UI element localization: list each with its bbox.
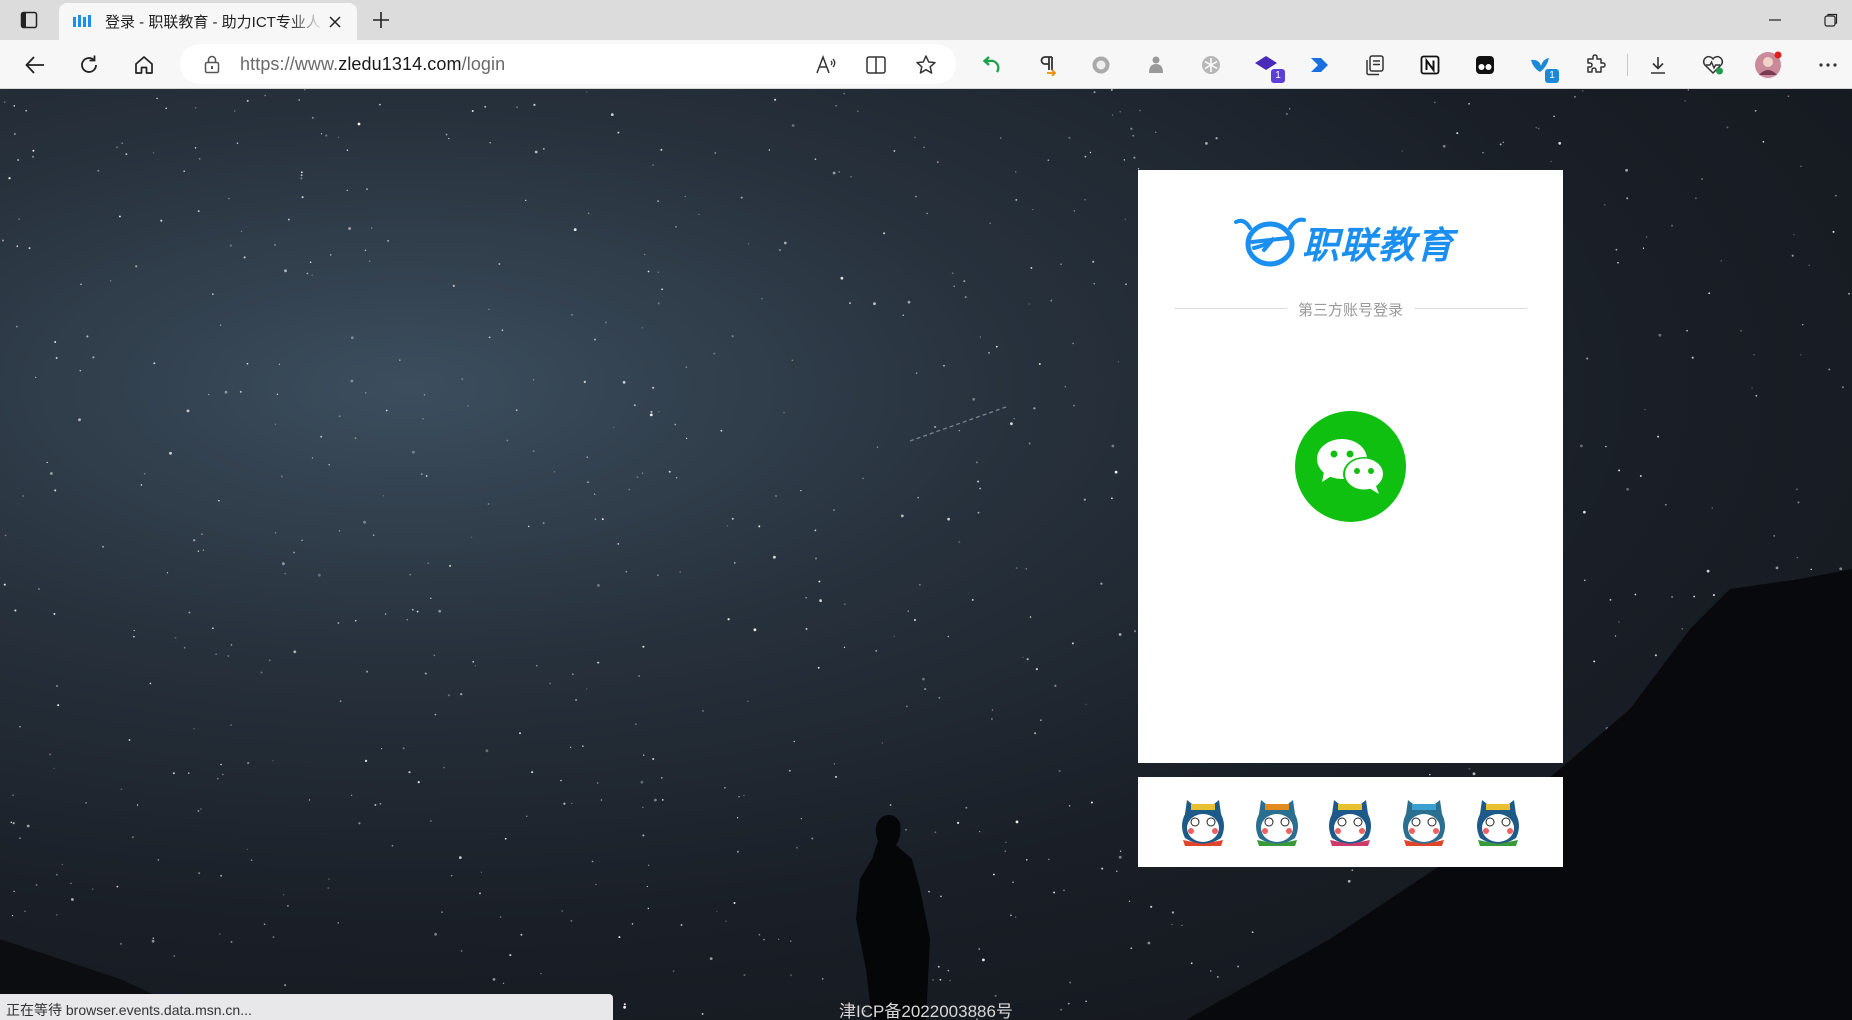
zledu-logo-icon — [1234, 217, 1306, 267]
brand-logo: 职联教育 — [1234, 216, 1466, 268]
notion-ext-icon[interactable] — [1415, 50, 1445, 80]
cartoon-cat-avatar[interactable] — [1472, 796, 1524, 848]
more-options-icon[interactable] — [1813, 50, 1843, 80]
extensions-icon[interactable] — [1580, 50, 1610, 80]
pilcrow-ext-icon[interactable] — [1032, 50, 1062, 80]
favorite-star-icon[interactable] — [912, 51, 940, 79]
browser-tab[interactable]: 登录 - 职联教育 - 助力ICT专业人才 — [59, 3, 357, 40]
grad-cap-ext-icon[interactable]: 1 — [1251, 50, 1285, 83]
third-party-login-label: 第三方账号登录 — [1297, 302, 1403, 319]
back-icon[interactable] — [18, 48, 52, 82]
power-automate-ext-icon[interactable] — [1305, 50, 1335, 80]
browser-essentials-icon[interactable] — [1698, 50, 1728, 80]
third-party-divider: 第三方账号登录 — [1174, 298, 1527, 319]
refresh-icon[interactable] — [72, 48, 106, 82]
brand-name: 职联教育 — [1302, 224, 1454, 267]
read-aloud-icon[interactable] — [812, 51, 840, 79]
cartoon-cat-avatar[interactable] — [1177, 796, 1229, 848]
bird-ext-icon[interactable]: 1 — [1525, 50, 1559, 83]
address-url[interactable]: https://www.zledu1314.com/login — [240, 54, 505, 75]
puzzle-gray-ext-icon[interactable] — [1141, 50, 1171, 80]
home-icon[interactable] — [127, 48, 161, 82]
lock-icon[interactable] — [202, 54, 222, 74]
url-prefix: https://www. — [240, 54, 339, 74]
toolbar-divider — [1627, 54, 1628, 76]
restore-icon[interactable] — [1816, 8, 1846, 32]
tab-actions-icon[interactable] — [14, 8, 44, 32]
tab-bar: 登录 - 职联教育 - 助力ICT专业人才 — [0, 0, 1852, 40]
wechat-icon — [1316, 438, 1385, 494]
ext-badge: 1 — [1271, 69, 1285, 83]
url-path: /login — [461, 54, 506, 74]
profile-avatar[interactable] — [1753, 50, 1783, 80]
mountain-silhouette — [0, 406, 1852, 1020]
minimize-icon[interactable] — [1760, 8, 1790, 32]
split-screen-icon[interactable] — [862, 51, 890, 79]
address-bar[interactable]: https://www.zledu1314.com/login — [180, 44, 956, 84]
cartoon-cat-avatar[interactable] — [1324, 796, 1376, 848]
status-bar: 正在等待 browser.events.data.msn.cn... — [0, 994, 613, 1020]
tab-title: 登录 - 职联教育 - 助力ICT专业人才 — [105, 14, 323, 31]
login-card: 职联教育 第三方账号登录 — [1138, 170, 1563, 763]
back-arrow-ext-icon[interactable] — [977, 50, 1007, 80]
new-tab-icon[interactable] — [367, 6, 395, 34]
close-tab-icon[interactable] — [323, 10, 347, 34]
url-domain: zledu1314.com — [338, 54, 462, 74]
wechat-login-button[interactable] — [1295, 411, 1406, 522]
circle-ext-icon[interactable] — [1086, 50, 1116, 80]
downloads-icon[interactable] — [1643, 50, 1673, 80]
browser-toolbar: https://www.zledu1314.com/login 1 1 — [0, 40, 1852, 89]
ext-badge: 1 — [1545, 69, 1559, 83]
cartoon-cat-avatar[interactable] — [1251, 796, 1303, 848]
collections-icon[interactable] — [1360, 50, 1390, 80]
user-avatars-strip — [1138, 777, 1563, 867]
tampermonkey-ext-icon[interactable] — [1470, 50, 1500, 80]
page-viewport: 职联教育 第三方账号登录 津ICP备2022003886号 — [0, 89, 1852, 1020]
snowflake-ext-icon[interactable] — [1196, 50, 1226, 80]
cartoon-cat-avatar[interactable] — [1398, 796, 1450, 848]
site-favicon-icon — [73, 14, 91, 27]
